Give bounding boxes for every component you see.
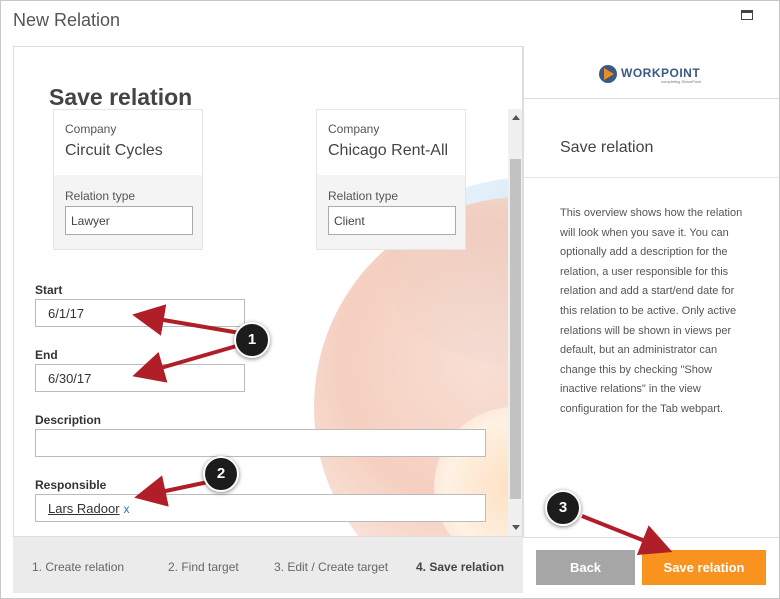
relation-type-field[interactable]: Client [328, 206, 456, 235]
start-date-input[interactable]: 6/1/17 [35, 299, 245, 327]
wizard-steps: 1. Create relation 2. Find target 3. Edi… [13, 537, 523, 593]
scroll-thumb[interactable] [510, 159, 521, 499]
end-date-input[interactable]: 6/30/17 [35, 364, 245, 392]
end-label: End [35, 348, 58, 362]
new-relation-dialog: New Relation Save relation Company Circu… [0, 0, 780, 599]
help-description: This overview shows how the relation wil… [560, 207, 743, 415]
dialog-actions: Back Save relation [523, 537, 779, 593]
scroll-up-icon[interactable] [512, 115, 520, 120]
title-bar: New Relation [1, 1, 779, 41]
description-input[interactable] [35, 429, 486, 457]
annotation-badge-1: 1 [234, 322, 270, 358]
scroll-down-icon[interactable] [512, 525, 520, 530]
step-save-relation: 4. Save relation [416, 560, 505, 574]
page-heading: Save relation [49, 84, 193, 110]
company-value: Circuit Cycles [65, 142, 163, 159]
divider [524, 98, 779, 99]
relation-type-label: Relation type [328, 189, 399, 203]
workpoint-logo: WORKPOINT completing SharePoint [599, 63, 709, 85]
source-company-card: Company Circuit Cycles Relation type Law… [53, 109, 203, 250]
step-find-target: 2. Find target [168, 560, 239, 574]
vertical-scrollbar[interactable] [508, 109, 522, 536]
company-label: Company [65, 122, 117, 136]
divider [524, 177, 779, 178]
dialog-title: New Relation [13, 10, 121, 30]
help-title: Save relation [560, 139, 654, 156]
relation-type-label: Relation type [65, 189, 136, 203]
back-button[interactable]: Back [536, 550, 635, 585]
company-value: Chicago Rent-All [328, 142, 449, 159]
relation-type-field[interactable]: Lawyer [65, 206, 193, 235]
help-pane: WORKPOINT completing SharePoint Save rel… [523, 46, 779, 537]
target-company-card: Company Chicago Rent-All Relation type C… [316, 109, 466, 250]
responsible-user-link[interactable]: Lars Radoor [48, 501, 120, 516]
responsible-label: Responsible [35, 478, 107, 492]
responsible-input[interactable]: Lars Radoor x [35, 494, 486, 522]
relation-preview-pane: Save relation Company Circuit Cycles Rel… [13, 46, 523, 537]
annotation-badge-3: 3 [545, 490, 581, 526]
annotation-badge-2: 2 [203, 456, 239, 492]
company-label: Company [328, 122, 380, 136]
step-edit-create-target: 3. Edit / Create target [274, 560, 389, 574]
remove-user-icon[interactable]: x [124, 502, 130, 516]
description-label: Description [35, 413, 102, 427]
workpoint-logo-icon [599, 65, 617, 83]
step-create-relation: 1. Create relation [32, 560, 125, 574]
save-relation-button[interactable]: Save relation [642, 550, 766, 585]
start-label: Start [35, 283, 63, 297]
maximize-icon[interactable] [741, 10, 753, 20]
